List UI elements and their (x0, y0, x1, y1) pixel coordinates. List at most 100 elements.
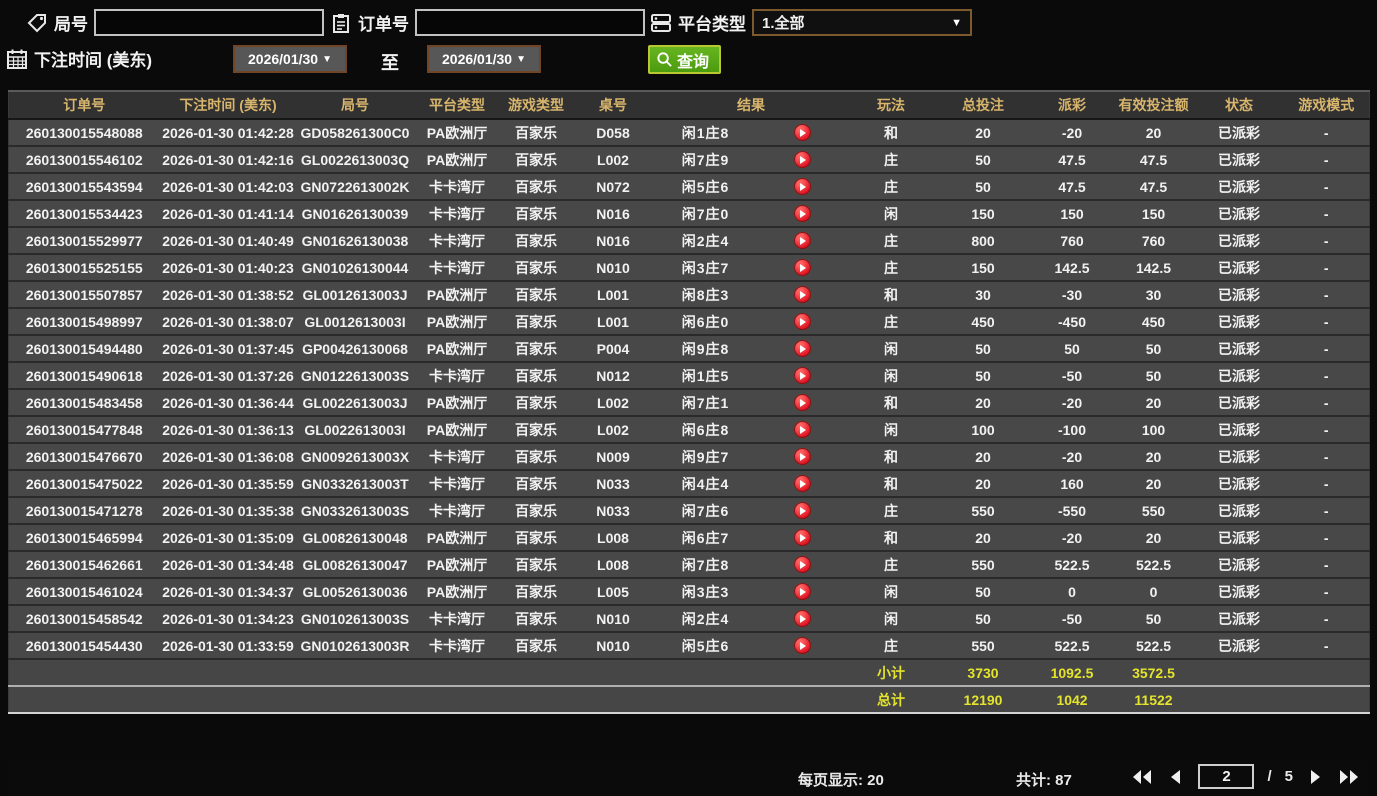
pagination-bar: 每页显示: 20 共计: 87 / 5 (8, 760, 1369, 796)
date-to-word: 至 (381, 53, 399, 73)
bet-time-cell: 2026-01-30 01:37:26 (159, 362, 297, 390)
table-header-row: 订单号 下注时间 (美东) 局号 平台类型 游戏类型 桌号 结果 玩法 总投注 … (8, 91, 1370, 120)
play-icon[interactable] (793, 556, 811, 574)
replay-cell (756, 632, 848, 660)
play-icon[interactable] (793, 421, 811, 439)
order-no-cell: 260130015471278 (8, 497, 160, 525)
next-page-icon[interactable] (1306, 768, 1326, 786)
play-icon[interactable] (793, 286, 811, 304)
play-type-cell: 庄 (847, 173, 935, 201)
last-page-icon[interactable] (1339, 768, 1359, 786)
total-bet-cell: 800 (934, 227, 1032, 255)
game-mode-cell: - (1283, 416, 1370, 444)
table-no-cell: L002 (571, 146, 655, 174)
valid-bet-cell: 100 (1112, 416, 1195, 444)
table-row: 260130015476670 2026-01-30 01:36:08 GN0092… (8, 443, 1370, 471)
valid-bet-cell: 47.5 (1112, 173, 1195, 201)
game-type-cell: 百家乐 (500, 389, 572, 417)
play-icon[interactable] (793, 259, 811, 277)
valid-bet-cell: 20 (1112, 443, 1195, 471)
table-no-cell: N009 (571, 443, 655, 471)
prev-page-icon[interactable] (1165, 768, 1185, 786)
order-no-cell: 260130015490618 (8, 362, 160, 390)
game-type-cell: 百家乐 (500, 524, 572, 552)
search-button[interactable]: 查询 (648, 45, 722, 74)
valid-bet-cell: 20 (1112, 470, 1195, 498)
total-payout: 1042 (1031, 685, 1113, 714)
first-page-icon[interactable] (1132, 768, 1152, 786)
play-icon[interactable] (793, 610, 811, 628)
order-no-input[interactable] (415, 9, 645, 36)
order-no-cell: 260130015475022 (8, 470, 160, 498)
game-type-cell: 百家乐 (500, 281, 572, 309)
result-cell: 闲3庄7 (654, 254, 757, 282)
valid-bet-cell: 522.5 (1112, 551, 1195, 579)
play-icon[interactable] (793, 340, 811, 358)
play-triangle (800, 398, 806, 407)
status-cell: 已派彩 (1194, 308, 1284, 336)
valid-bet-cell: 50 (1112, 605, 1195, 633)
platform-cell: 卡卡湾厅 (413, 254, 501, 282)
game-mode-cell: - (1283, 308, 1370, 336)
play-icon[interactable] (793, 367, 811, 385)
play-icon[interactable] (793, 205, 811, 223)
game-no-input[interactable] (94, 9, 324, 36)
date-from-picker[interactable]: 2026/01/30 ▼ (233, 45, 347, 73)
result-cell: 闲5庄6 (654, 173, 757, 201)
result-cell: 闲6庄7 (654, 524, 757, 552)
total-bet-cell: 20 (934, 524, 1032, 552)
replay-cell (756, 497, 848, 525)
play-triangle (800, 560, 806, 569)
status-cell: 已派彩 (1194, 389, 1284, 417)
total-row: 总计 12190 1042 11522 (8, 685, 1370, 714)
play-type-cell: 闲 (847, 605, 935, 633)
game-no-cell: GL0022613003Q (296, 146, 414, 174)
play-icon[interactable] (793, 394, 811, 412)
result-cell: 闲2庄4 (654, 227, 757, 255)
play-icon[interactable] (793, 178, 811, 196)
play-icon[interactable] (793, 313, 811, 331)
play-type-cell: 庄 (847, 227, 935, 255)
play-icon[interactable] (793, 124, 811, 142)
play-icon[interactable] (793, 637, 811, 655)
table-no-cell: D058 (571, 119, 655, 147)
game-mode-cell: - (1283, 443, 1370, 471)
total-bet-cell: 20 (934, 119, 1032, 147)
game-mode-cell: - (1283, 605, 1370, 633)
play-type-cell: 庄 (847, 632, 935, 660)
total-bet-cell: 100 (934, 416, 1032, 444)
table-row: 260130015471278 2026-01-30 01:35:38 GN0332… (8, 497, 1370, 525)
table-no-cell: P004 (571, 335, 655, 363)
play-type-cell: 闲 (847, 335, 935, 363)
platform-cell: 卡卡湾厅 (413, 443, 501, 471)
table-row: 260130015483458 2026-01-30 01:36:44 GL0022… (8, 389, 1370, 417)
search-button-label: 查询 (677, 53, 710, 71)
play-icon[interactable] (793, 502, 811, 520)
play-icon[interactable] (793, 448, 811, 466)
play-icon[interactable] (793, 583, 811, 601)
bet-time-cell: 2026-01-30 01:41:14 (159, 200, 297, 228)
platform-cell: PA欧洲厅 (413, 335, 501, 363)
play-triangle (800, 344, 806, 353)
platform-type-select[interactable]: 1.全部 ▼ (752, 9, 972, 36)
game-mode-cell: - (1283, 146, 1370, 174)
play-icon[interactable] (793, 475, 811, 493)
order-no-cell: 260130015483458 (8, 389, 160, 417)
table-row: 260130015475022 2026-01-30 01:35:59 GN0332… (8, 470, 1370, 498)
play-icon[interactable] (793, 151, 811, 169)
page-number-input[interactable] (1198, 764, 1255, 789)
game-no-cell: GN0122613003S (296, 362, 414, 390)
total-bet-cell: 50 (934, 605, 1032, 633)
result-cell: 闲7庄8 (654, 551, 757, 579)
game-no-cell: GN01026130044 (296, 254, 414, 282)
game-mode-cell: - (1283, 497, 1370, 525)
table-row: 260130015462661 2026-01-30 01:34:48 GL0082… (8, 551, 1370, 579)
order-no-cell: 260130015476670 (8, 443, 160, 471)
table-no-cell: L008 (571, 524, 655, 552)
play-icon[interactable] (793, 232, 811, 250)
table-no-cell: L008 (571, 551, 655, 579)
replay-cell (756, 362, 848, 390)
date-to-picker[interactable]: 2026/01/30 ▼ (427, 45, 541, 73)
game-type-cell: 百家乐 (500, 470, 572, 498)
play-icon[interactable] (793, 529, 811, 547)
